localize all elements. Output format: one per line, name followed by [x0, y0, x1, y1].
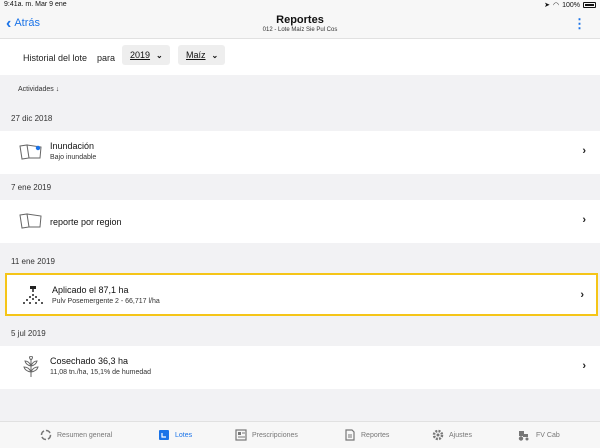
- activity-subtitle: Pulv Posemergente 2 - 66,717 l/ha: [52, 298, 160, 305]
- activity-subtitle: Bajo inundable: [50, 154, 97, 161]
- chevron-right-icon: ›: [582, 360, 586, 372]
- tab-label: Resumen general: [57, 431, 113, 439]
- battery-icon: [583, 2, 596, 8]
- sprayer-application-icon: [23, 286, 43, 304]
- chevron-right-icon: ›: [580, 289, 584, 301]
- harvest-wheat-icon: [23, 356, 39, 377]
- tab-label: Lotes: [175, 431, 193, 439]
- status-bar: 9:41a. m. Mar 9 ene ➤ ◠ 100%: [0, 0, 600, 11]
- tab-resumen-general[interactable]: Resumen general: [40, 429, 112, 441]
- tab-reportes[interactable]: Reportes: [344, 429, 389, 441]
- reports-icon: [345, 429, 355, 441]
- date-header: 7 ene 2019: [0, 174, 600, 200]
- field-report-icon: [19, 213, 42, 229]
- wifi-icon: ◠: [552, 2, 560, 9]
- activity-row-application[interactable]: Aplicado el 87,1 ha Pulv Posemergente 2 …: [5, 273, 598, 316]
- page-subtitle: 012 - Lote Maíz Sie Pul Cos: [262, 27, 338, 33]
- crop-dropdown[interactable]: Maíz ⌄: [178, 45, 225, 65]
- activity-title: Cosechado 36,3 ha: [50, 356, 129, 366]
- for-label: para: [97, 53, 116, 63]
- overview-icon: [40, 429, 52, 441]
- activity-row-harvest[interactable]: Cosechado 36,3 ha 11,08 tn./ha, 15,1% de…: [0, 346, 600, 389]
- page-title: Reportes: [276, 14, 324, 26]
- lotes-icon: [159, 430, 169, 440]
- date-header: 5 jul 2019: [0, 320, 600, 346]
- activity-row-region-report[interactable]: reporte por region ›: [0, 200, 600, 243]
- tab-ajustes[interactable]: Ajustes: [432, 429, 472, 441]
- sort-bar: Actividades ↓: [0, 75, 600, 105]
- date-header: 27 dic 2018: [0, 105, 600, 131]
- activity-row-flood[interactable]: Inundación Bajo inundable ›: [0, 131, 600, 174]
- chevron-down-icon: ⌄: [156, 50, 163, 60]
- tab-label: Ajustes: [449, 431, 472, 439]
- history-label: Historial del lote: [23, 53, 88, 63]
- flood-field-icon: [19, 144, 42, 160]
- prescriptions-icon: [235, 429, 247, 441]
- date-header: 11 ene 2019: [0, 248, 600, 274]
- tab-lotes[interactable]: Lotes: [158, 429, 192, 441]
- tab-label: Prescripciones: [252, 431, 298, 439]
- activity-subtitle: 11,08 tn./ha, 15,1% de humedad: [50, 369, 152, 376]
- filter-bar: Historial del lote para 2019 ⌄ Maíz ⌄: [0, 39, 600, 75]
- settings-gear-icon: [432, 429, 444, 441]
- more-options-icon[interactable]: ⋮: [573, 17, 586, 31]
- activities-sort-button[interactable]: Actividades ↓: [18, 86, 59, 93]
- tab-prescripciones[interactable]: Prescripciones: [235, 429, 298, 441]
- tab-label: Reportes: [361, 431, 390, 439]
- status-indicators: ➤ ◠ 100%: [544, 1, 596, 9]
- chevron-down-icon: ⌄: [211, 50, 219, 60]
- chevron-right-icon: ›: [582, 145, 586, 157]
- navigation-bar: ‹ Atrás Reportes 012 - Lote Maíz Sie Pul…: [0, 11, 600, 39]
- tab-bar: Resumen general Lotes Prescripciones Rep…: [0, 421, 600, 448]
- activity-title: Aplicado el 87,1 ha: [52, 285, 129, 295]
- tab-label: FV Cab: [536, 431, 560, 439]
- activity-title: reporte por region: [50, 217, 122, 227]
- tab-fv-cab[interactable]: FV Cab: [515, 429, 560, 441]
- location-icon: ➤: [544, 2, 550, 9]
- status-time-date: 9:41a. m. Mar 9 ene: [4, 1, 67, 8]
- activity-title: Inundación: [50, 141, 95, 151]
- year-value: 2019: [130, 50, 151, 60]
- chevron-right-icon: ›: [582, 214, 586, 226]
- tractor-icon: [518, 431, 529, 441]
- year-dropdown[interactable]: 2019 ⌄: [122, 45, 170, 65]
- battery-percent: 100%: [562, 1, 580, 9]
- crop-value: Maíz: [186, 50, 206, 60]
